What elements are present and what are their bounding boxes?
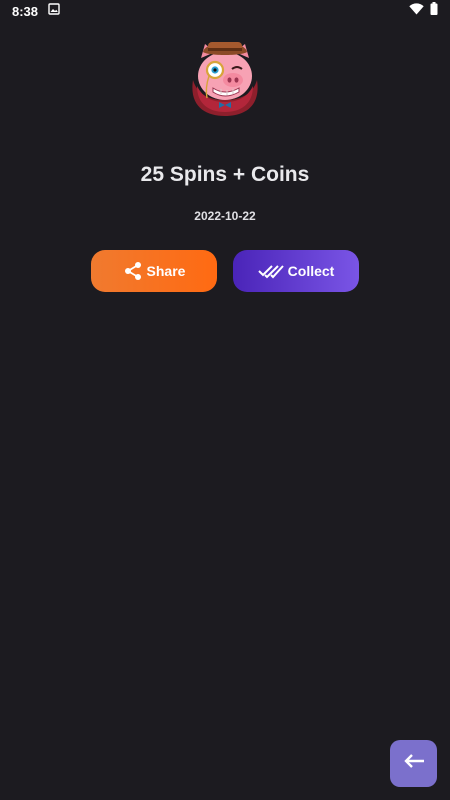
reward-screen: 8:38 25 Spins + Coins 2022-10-22 Share C… <box>0 0 450 800</box>
reward-title: 25 Spins + Coins <box>140 163 310 186</box>
double-check-icon <box>257 263 284 279</box>
status-left: 8:38 <box>12 2 60 20</box>
status-time: 8:38 <box>12 3 39 19</box>
arrow-left-icon <box>403 753 425 774</box>
image-notification-icon <box>48 2 60 20</box>
wifi-icon <box>409 2 424 20</box>
pig-detective-mascot <box>183 36 267 120</box>
status-bar: 8:38 <box>0 0 450 22</box>
status-right <box>409 2 438 20</box>
battery-icon <box>430 2 438 20</box>
share-label: Share <box>146 263 186 279</box>
reward-date: 2022-10-22 <box>194 209 256 223</box>
back-button[interactable] <box>390 740 437 787</box>
share-button[interactable]: Share <box>91 250 217 292</box>
collect-button[interactable]: Collect <box>233 250 359 292</box>
share-icon <box>123 261 143 281</box>
collect-label: Collect <box>287 263 335 279</box>
